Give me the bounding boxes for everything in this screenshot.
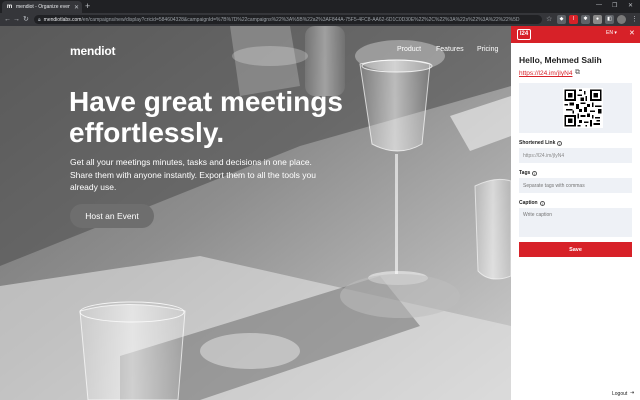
- forward-arrow-icon[interactable]: →: [13, 15, 20, 24]
- logout-icon[interactable]: ⇥: [630, 390, 634, 396]
- save-button[interactable]: Save: [519, 242, 632, 257]
- kebab-menu-icon[interactable]: ⋮: [631, 15, 638, 24]
- caption-label-text: Caption: [519, 200, 538, 206]
- short-link[interactable]: https://l24.im/jIyN4: [519, 70, 572, 77]
- back-arrow-icon[interactable]: ←: [4, 15, 11, 24]
- shortened-link-field[interactable]: [519, 148, 632, 163]
- logout-link[interactable]: Logout: [612, 391, 627, 397]
- qr-code: [563, 88, 603, 128]
- nav-pricing[interactable]: Pricing: [477, 46, 498, 53]
- url-path: /en/campaigns/new/display?cricid=5846043…: [81, 16, 520, 23]
- tab-title: mendiot - Organize events and meetings: [16, 4, 70, 10]
- panel-header: l24 EN ▾ ✕: [511, 26, 640, 43]
- window-close-icon[interactable]: ✕: [628, 2, 633, 9]
- tags-input[interactable]: [519, 178, 632, 193]
- browser-toolbar: ← → ↻ 🔒︎ mendiotlabs.com /en/campaigns/n…: [0, 13, 640, 26]
- caption-label: Caption i: [519, 200, 545, 206]
- copy-icon[interactable]: ⧉: [575, 69, 580, 77]
- extension-icon-2[interactable]: ●: [593, 15, 602, 24]
- maximize-icon[interactable]: ❐: [612, 2, 617, 9]
- language-value: EN: [606, 30, 613, 36]
- extensions-menu-icon[interactable]: ◧: [605, 15, 614, 24]
- hero-subtitle: Get all your meetings minutes, tasks and…: [70, 157, 317, 192]
- tab-favicon: m: [6, 3, 13, 10]
- info-icon: i: [539, 200, 545, 206]
- new-tab-icon[interactable]: +: [85, 1, 90, 12]
- language-select[interactable]: EN ▾: [606, 30, 617, 36]
- nav-features[interactable]: Features: [436, 46, 464, 53]
- greeting: Hello, Mehmed Salih: [519, 55, 602, 65]
- tags-label: Tags i: [519, 170, 538, 176]
- avatar[interactable]: [617, 15, 626, 24]
- site-logo[interactable]: mendiot: [70, 44, 115, 58]
- tab-close-icon[interactable]: ✕: [74, 4, 79, 11]
- puzzle-icon[interactable]: ✱: [581, 15, 590, 24]
- browser-tab-bar: m mendiot - Organize events and meetings…: [0, 0, 640, 13]
- info-icon: i: [557, 140, 563, 146]
- qr-code-area: [519, 83, 632, 133]
- shortened-link-label-text: Shortened Link: [519, 140, 556, 146]
- shortened-link-label: Shortened Link i: [519, 140, 563, 146]
- reload-icon[interactable]: ↻: [23, 15, 29, 24]
- l24-logo: l24: [517, 29, 531, 40]
- address-bar[interactable]: 🔒︎ mendiotlabs.com /en/campaigns/new/dis…: [34, 15, 542, 24]
- minimize-icon[interactable]: —: [596, 2, 602, 8]
- l24-extension-panel: l24 EN ▾ ✕ Hello, Mehmed Salih https://l…: [511, 26, 640, 400]
- url-host: mendiotlabs.com: [43, 16, 82, 23]
- tags-label-text: Tags: [519, 170, 531, 176]
- host-event-button[interactable]: Host an Event: [70, 204, 154, 228]
- nav-product[interactable]: Product: [397, 46, 421, 53]
- lock-icon: 🔒︎: [38, 16, 41, 23]
- l24-extension-icon[interactable]: l: [569, 15, 578, 24]
- star-icon[interactable]: ☆: [546, 15, 552, 24]
- extension-icon[interactable]: ◆: [557, 15, 566, 24]
- browser-tab[interactable]: m mendiot - Organize events and meetings…: [2, 1, 82, 13]
- website-viewport: mendiot Product Features Pricing Have gr…: [0, 26, 511, 400]
- panel-close-icon[interactable]: ✕: [629, 29, 635, 37]
- info-icon: i: [532, 170, 538, 176]
- hero-title: Have great meetings effortlessly.: [69, 86, 343, 148]
- caption-textarea[interactable]: [519, 208, 632, 237]
